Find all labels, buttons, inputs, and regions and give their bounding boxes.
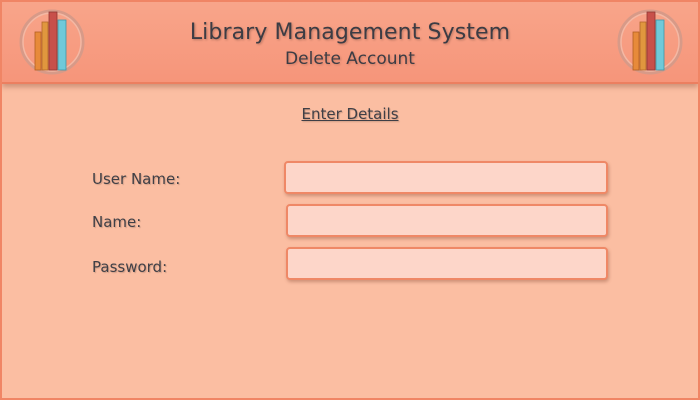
user-name-label: User Name: [92,170,181,188]
books-logo-icon [617,9,683,75]
delete-account-window: Library Management System Delete Account… [0,0,700,400]
user-name-input[interactable] [284,161,608,194]
app-header: Library Management System Delete Account [2,2,698,84]
app-title: Library Management System [189,20,511,45]
password-input[interactable] [286,247,608,280]
name-input[interactable] [286,204,608,237]
name-label: Name: [92,213,142,231]
enter-details-heading: Enter Details [301,105,399,123]
page-subtitle: Delete Account [285,49,415,69]
password-label: Password: [92,258,168,276]
